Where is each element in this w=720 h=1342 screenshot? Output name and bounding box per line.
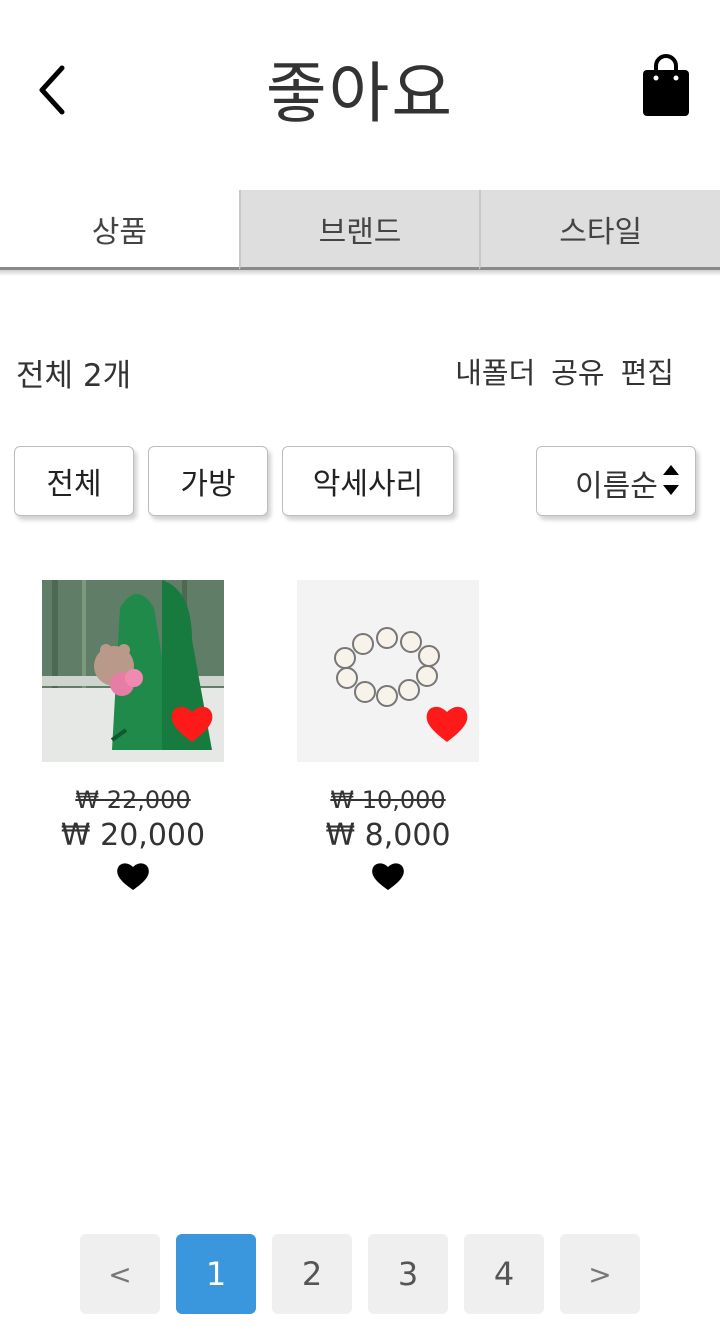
product-card: ₩ 22,000 ₩ 20,000	[33, 580, 233, 895]
original-price: ₩ 10,000	[330, 786, 446, 814]
sort-arrows-icon	[663, 465, 679, 495]
filter-bags[interactable]: 가방	[148, 446, 268, 516]
page-3-button[interactable]: 3	[368, 1234, 448, 1314]
shopping-bag-icon	[643, 54, 689, 116]
original-price: ₩ 22,000	[75, 786, 191, 814]
tab-brands[interactable]: 브랜드	[238, 190, 480, 270]
heart-filled-icon[interactable]	[425, 704, 469, 744]
prev-page-button[interactable]: <	[80, 1234, 160, 1314]
tab-bar: 상품 브랜드 스타일	[0, 190, 720, 270]
tab-styles[interactable]: 스타일	[479, 190, 720, 270]
page-2-button[interactable]: 2	[272, 1234, 352, 1314]
filter-accessories[interactable]: 악세사리	[282, 446, 454, 516]
sale-price: ₩ 20,000	[60, 818, 206, 853]
category-filters: 전체 가방 악세사리	[14, 446, 454, 516]
product-card: ₩ 10,000 ₩ 8,000	[288, 580, 488, 895]
total-count: 전체 2개	[16, 358, 132, 394]
edit-button[interactable]: 편집	[621, 350, 674, 392]
product-image-bag[interactable]	[42, 580, 224, 762]
product-image-bracelet[interactable]	[297, 580, 479, 762]
tab-divider	[0, 270, 720, 276]
page-4-button[interactable]: 4	[464, 1234, 544, 1314]
like-heart-icon[interactable]	[371, 861, 405, 891]
next-page-button[interactable]: >	[560, 1234, 640, 1314]
share-button[interactable]: 공유	[551, 350, 604, 392]
sort-selected: 이름순	[575, 469, 658, 504]
page-title: 좋아요	[265, 55, 455, 132]
page-1-button[interactable]: 1	[176, 1234, 256, 1314]
sort-select[interactable]: 이름순	[536, 446, 696, 516]
tab-products[interactable]: 상품	[0, 190, 239, 270]
header: 좋아요	[0, 0, 720, 170]
pagination: < 1 2 3 4 >	[80, 1234, 640, 1314]
shopping-bag-button[interactable]	[638, 54, 694, 120]
filter-all[interactable]: 전체	[14, 446, 134, 516]
sale-price: ₩ 8,000	[325, 818, 451, 853]
my-folder-button[interactable]: 내폴더	[455, 350, 535, 392]
heart-filled-icon[interactable]	[170, 704, 214, 744]
like-heart-icon[interactable]	[116, 861, 150, 891]
list-actions: 내폴더 공유 편집	[455, 350, 674, 392]
